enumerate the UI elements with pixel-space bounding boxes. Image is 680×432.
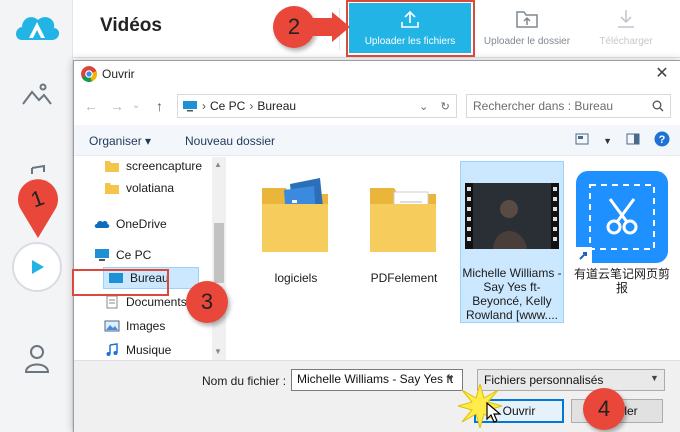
folder-icon [104,159,120,173]
file-label: logiciels [274,271,318,285]
tree-label: Documents [126,295,187,309]
dialog-title: Ouvrir [102,67,135,81]
tree-label: screencapture [126,159,203,173]
tree-item-musique[interactable]: Musique [104,339,171,360]
step-marker-1: 1 [17,179,58,238]
nav-scrollbar[interactable]: ▲ ▼ [212,157,226,360]
scroll-up-icon[interactable]: ▲ [214,160,222,169]
chevron-down-icon[interactable]: ▼ [650,373,659,383]
upload-folder-button[interactable]: Uploader le dossier [477,0,577,56]
open-file-dialog: Ouvrir ✕ ← → ⌄ ↑ › Ce PC › Bureau ⌄ ↻ Re… [73,60,680,432]
computer-icon [183,101,197,112]
cloud-icon [94,217,110,231]
tree-item-onedrive[interactable]: OneDrive [94,213,167,235]
arrow-right-icon [306,12,350,42]
navigation-pane: screencapture volatiana OneDrive Ce PC B… [74,157,226,360]
download-icon [618,10,634,28]
music-icon [104,343,120,357]
step-marker-3: 3 [186,281,228,323]
upload-folder-label: Uploader le dossier [483,36,571,47]
user-icon[interactable] [18,340,56,378]
refresh-icon[interactable]: ↻ [441,100,450,113]
folder-icon [248,167,344,267]
forward-icon[interactable]: → [110,98,124,114]
organize-label: Organiser [89,134,142,148]
preview-pane-icon[interactable] [626,133,640,148]
cursor-icon [486,402,502,423]
chevron-down-icon[interactable]: ▼ [446,373,455,383]
tree-item-images[interactable]: Images [104,315,165,337]
tree-label: OneDrive [116,217,167,231]
download-label: Télécharger [599,36,653,47]
file-label: PDFelement [370,271,438,285]
tree-item-volatiana[interactable]: volatiana [104,177,174,199]
organize-menu[interactable]: Organiser ▾ [89,134,151,148]
file-label: 有道云笔记网页剪报 [573,267,670,295]
videos-nav-button[interactable] [12,242,62,292]
breadcrumb-chevron-icon: › [249,99,254,113]
images-icon [104,319,120,333]
step-marker-4: 4 [583,388,625,430]
file-list: logiciels PDFelement Michelle Williams -… [230,157,680,360]
file-label: Michelle Williams - Say Yes ft- Beyoncé,… [462,266,562,322]
tree-item-ce-pc[interactable]: Ce PC [94,244,151,266]
file-item-logiciels[interactable]: logiciels [244,161,348,323]
folder-upload-icon [516,11,538,28]
computer-icon [94,248,110,262]
search-input[interactable]: Rechercher dans : Bureau [466,94,671,118]
view-mode-icon[interactable] [575,133,589,148]
tree-label: Musique [126,343,172,357]
step-number: 2 [287,14,301,39]
breadcrumb-chevron-icon: › [202,99,206,113]
address-tail: ⌄ ↻ [413,94,457,118]
step-number: 3 [200,289,214,314]
folder-icon [104,181,120,195]
filename-label: Nom du fichier : [202,374,287,388]
step-number: 4 [597,396,611,421]
search-icon [652,100,664,112]
search-placeholder: Rechercher dans : Bureau [473,99,614,113]
up-icon[interactable]: ↑ [156,98,163,114]
svg-text:?: ? [659,134,666,146]
shortcut-app-icon [574,167,670,267]
view-dropdown-icon[interactable]: ▼ [603,136,612,146]
dialog-titlebar: Ouvrir ✕ [74,61,680,88]
video-file-icon [464,168,560,264]
close-icon[interactable]: ✕ [652,64,672,84]
file-item-pdfelement[interactable]: PDFelement [352,161,456,323]
documents-icon [104,295,120,309]
scroll-thumb[interactable] [214,223,224,283]
tree-label: Ce PC [116,248,152,262]
help-icon[interactable]: ? [654,131,670,150]
tree-item-screencapture[interactable]: screencapture [104,157,202,177]
view-controls: ▼ ? [575,131,670,150]
app-logo [12,8,62,48]
bureau-highlight-box [72,269,169,296]
address-row: ← → ⌄ ↑ › Ce PC › Bureau ⌄ ↻ Rechercher … [74,89,680,123]
breadcrumb-bureau[interactable]: Bureau [257,99,296,113]
upload-highlight-box [346,0,475,57]
photos-icon[interactable] [18,76,56,114]
file-item-michelle-williams-video[interactable]: Michelle Williams - Say Yes ft- Beyoncé,… [460,161,564,323]
chevron-down-icon[interactable]: ⌄ [419,100,428,113]
command-bar: Organiser ▾ Nouveau dossier ▼ ? [74,125,680,156]
page-title: Vidéos [100,15,162,36]
filetype-select[interactable]: Fichiers personnalisés [477,369,665,391]
chrome-icon [81,66,97,82]
back-icon[interactable]: ← [84,98,98,114]
tree-label: volatiana [126,181,175,195]
file-item-youdao-clipper[interactable]: 有道云笔记网页剪报 [570,161,674,323]
history-chevron-icon[interactable]: ⌄ [132,100,140,111]
breadcrumb-ce-pc[interactable]: Ce PC [210,99,245,113]
download-button[interactable]: Télécharger [583,0,669,56]
scroll-down-icon[interactable]: ▼ [214,347,222,356]
filename-input[interactable]: Michelle Williams - Say Yes ft [291,369,463,391]
play-icon [32,260,44,274]
new-folder-button[interactable]: Nouveau dossier [185,134,275,148]
tree-label: Images [126,319,166,333]
folder-icon [356,167,452,267]
